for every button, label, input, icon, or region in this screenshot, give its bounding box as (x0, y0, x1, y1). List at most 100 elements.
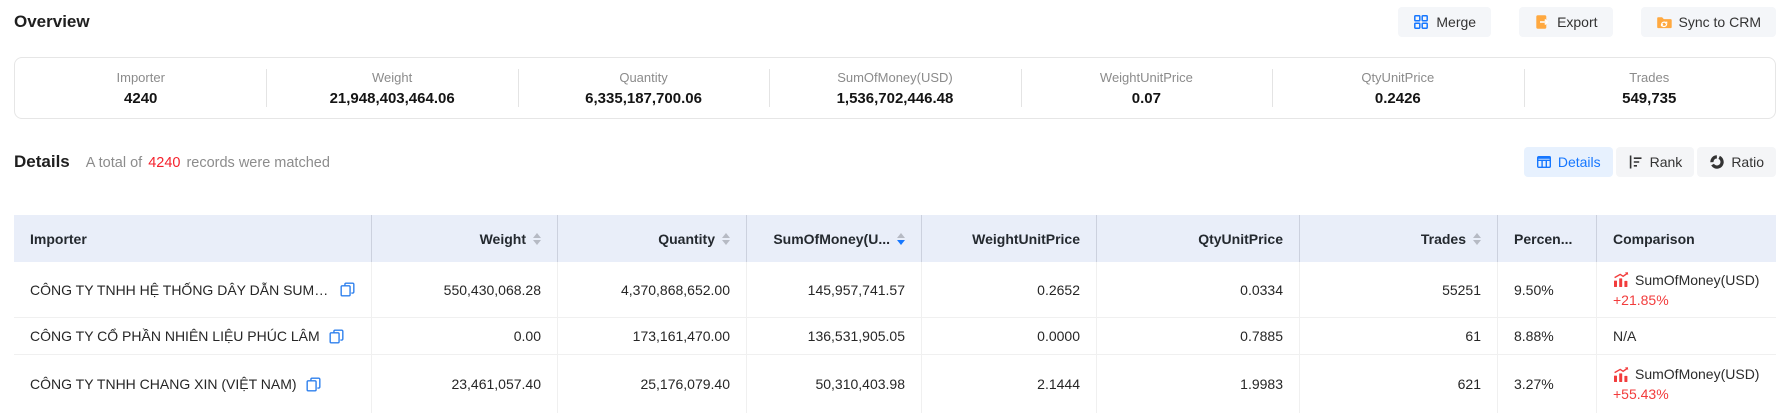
tab-details-label: Details (1558, 154, 1601, 170)
comparison-metric: SumOfMoney(USD) (1613, 272, 1759, 288)
table-row: CÔNG TY CỔ PHẦN NHIÊN LIỆU PHÚC LÂM 0.00… (14, 318, 1776, 355)
stat-label: WeightUnitPrice (1100, 70, 1193, 85)
comparison-cell: SumOfMoney(USD) +55.43% (1597, 355, 1776, 413)
tab-rank-label: Rank (1650, 154, 1683, 170)
sync-to-crm-button[interactable]: Sync to CRM (1641, 7, 1776, 37)
summary-count: 4240 (148, 155, 180, 171)
overview-title: Overview (14, 12, 90, 32)
copy-icon[interactable] (340, 282, 355, 297)
growth-chart-icon (1613, 367, 1629, 382)
table-header-row: Importer Weight Quantity SumOfMoney(U...… (14, 215, 1776, 262)
details-title: Details (14, 152, 70, 172)
merge-button-label: Merge (1436, 14, 1476, 30)
donut-chart-icon (1709, 154, 1725, 170)
column-header-importer: Importer (14, 215, 372, 262)
importer-name: CÔNG TY CỔ PHẦN NHIÊN LIỆU PHÚC LÂM (30, 328, 320, 344)
importer-name: CÔNG TY TNHH HỆ THỐNG DÂY DẪN SUMI ... (30, 282, 331, 298)
rank-bars-icon (1628, 154, 1644, 170)
trades-cell: 61 (1300, 318, 1498, 354)
sum-of-money-cell: 136,531,905.05 (747, 318, 922, 354)
quantity-cell: 25,176,079.40 (558, 355, 747, 413)
details-title-group: Details A total of 4240 records were match… (14, 152, 330, 172)
quantity-cell: 4,370,868,652.00 (558, 262, 747, 317)
summary-stats-card: Importer 4240 Weight 21,948,403,464.06 Q… (14, 57, 1776, 119)
percent-cell: 8.88% (1498, 318, 1597, 354)
stat-trades: Trades 549,735 (1524, 58, 1775, 118)
stat-value: 1,536,702,446.48 (837, 90, 954, 107)
stat-qty-unit-price: QtyUnitPrice 0.2426 (1272, 58, 1523, 118)
sync-to-crm-button-label: Sync to CRM (1679, 14, 1761, 30)
stat-label: QtyUnitPrice (1361, 70, 1434, 85)
stat-importer: Importer 4240 (15, 58, 266, 118)
column-header-label: WeightUnitPrice (972, 231, 1080, 247)
column-header-trades[interactable]: Trades (1300, 215, 1498, 262)
sort-control-trades[interactable] (1473, 233, 1481, 245)
export-button[interactable]: Export (1519, 7, 1612, 37)
view-toggle-group: Details Rank Ratio (1524, 147, 1776, 177)
merge-button[interactable]: Merge (1398, 7, 1491, 37)
stat-value: 0.2426 (1375, 90, 1421, 107)
summary-prefix: A total of (86, 155, 142, 171)
comparison-metric: SumOfMoney(USD) (1613, 366, 1759, 382)
column-header-label: Quantity (658, 231, 715, 247)
quantity-cell: 173,161,470.00 (558, 318, 747, 354)
weight-cell: 23,461,057.40 (372, 355, 558, 413)
table-row: CÔNG TY TNHH CHANG XIN (VIỆT NAM) 23,461… (14, 355, 1776, 413)
tab-ratio[interactable]: Ratio (1697, 147, 1776, 177)
sort-control-sum-of-money[interactable] (897, 233, 905, 245)
importer-name: CÔNG TY TNHH CHANG XIN (VIỆT NAM) (30, 376, 297, 392)
details-header: Details A total of 4240 records were match… (0, 146, 1790, 178)
copy-icon[interactable] (329, 329, 344, 344)
growth-chart-icon (1613, 272, 1629, 287)
tab-details[interactable]: Details (1524, 147, 1613, 177)
importer-cell: CÔNG TY CỔ PHẦN NHIÊN LIỆU PHÚC LÂM (14, 318, 372, 354)
stat-label: Quantity (619, 70, 667, 85)
trade-dashboard: Overview Merge (0, 0, 1790, 413)
records-matched-summary: A total of 4240 records were matched (86, 155, 330, 171)
column-header-weight[interactable]: Weight (372, 215, 558, 262)
export-button-label: Export (1557, 14, 1597, 30)
summary-suffix: records were matched (186, 155, 329, 171)
sort-control-weight[interactable] (533, 233, 541, 245)
column-header-percent: Percen... (1498, 215, 1597, 262)
tab-rank[interactable]: Rank (1616, 147, 1695, 177)
column-header-quantity[interactable]: Quantity (558, 215, 747, 262)
column-header-qty-unit-price: QtyUnitPrice (1097, 215, 1300, 262)
column-header-sum-of-money[interactable]: SumOfMoney(U... (747, 215, 922, 262)
column-header-label: Percen... (1514, 231, 1572, 247)
comparison-cell: SumOfMoney(USD) +21.85% (1597, 262, 1776, 317)
comparison-na: N/A (1613, 328, 1636, 344)
column-header-label: QtyUnitPrice (1198, 231, 1283, 247)
sync-folder-icon (1656, 14, 1672, 30)
comparison-metric-label: SumOfMoney(USD) (1635, 366, 1759, 382)
stat-value: 549,735 (1622, 90, 1676, 107)
percent-cell: 3.27% (1498, 355, 1597, 413)
sort-control-quantity[interactable] (722, 233, 730, 245)
stat-label: Weight (372, 70, 412, 85)
percent-cell: 9.50% (1498, 262, 1597, 317)
stat-value: 6,335,187,700.06 (585, 90, 702, 107)
overview-header: Overview Merge (0, 0, 1790, 44)
column-header-weight-unit-price: WeightUnitPrice (922, 215, 1097, 262)
comparison-metric-label: SumOfMoney(USD) (1635, 272, 1759, 288)
stat-value: 4240 (124, 90, 157, 107)
overview-actions: Merge Export (1398, 7, 1776, 37)
stat-value: 21,948,403,464.06 (330, 90, 455, 107)
qty-unit-price-cell: 1.9983 (1097, 355, 1300, 413)
copy-icon[interactable] (306, 377, 321, 392)
tab-ratio-label: Ratio (1731, 154, 1764, 170)
sum-of-money-cell: 145,957,741.57 (747, 262, 922, 317)
stat-value: 0.07 (1132, 90, 1161, 107)
stat-quantity: Quantity 6,335,187,700.06 (518, 58, 769, 118)
importer-cell: CÔNG TY TNHH CHANG XIN (VIỆT NAM) (14, 355, 372, 413)
weight-cell: 550,430,068.28 (372, 262, 558, 317)
stat-label: Trades (1629, 70, 1669, 85)
stat-label: SumOfMoney(USD) (837, 70, 953, 85)
stat-weight-unit-price: WeightUnitPrice 0.07 (1021, 58, 1272, 118)
column-header-comparison: Comparison (1597, 215, 1776, 262)
weight-unit-price-cell: 0.2652 (922, 262, 1097, 317)
sum-of-money-cell: 50,310,403.98 (747, 355, 922, 413)
merge-icon (1413, 14, 1429, 30)
column-header-label: Trades (1421, 231, 1466, 247)
trades-cell: 621 (1300, 355, 1498, 413)
